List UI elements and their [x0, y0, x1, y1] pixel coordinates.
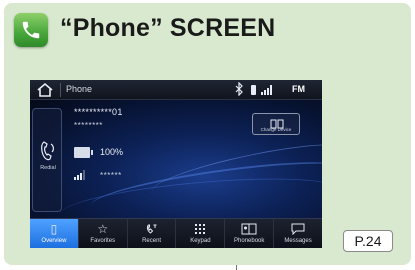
page-reference: P.24 — [343, 230, 393, 252]
tab-recent[interactable]: Recent — [128, 219, 177, 248]
phone-app-icon — [14, 13, 48, 47]
carrier-name: ****** — [100, 171, 122, 180]
bluetooth-icon — [235, 81, 243, 99]
change-device-label: Change Device — [260, 127, 292, 132]
phonebook-icon — [241, 223, 257, 237]
redial-icon — [39, 139, 57, 163]
phone-outline-icon: ▯ — [50, 222, 58, 236]
tab-label: Favorites — [90, 238, 116, 244]
tab-label: Keypad — [190, 238, 211, 244]
messages-icon — [291, 223, 305, 237]
signal-strength-icon — [74, 170, 86, 180]
page-title: “Phone” SCREEN — [60, 14, 276, 42]
tab-phonebook[interactable]: Phonebook — [225, 219, 275, 248]
status-bar: Phone FM — [30, 80, 322, 100]
overview-panel: Redial **********01 ******** 100% ******… — [30, 100, 322, 218]
tab-messages[interactable]: Messages — [274, 219, 322, 248]
change-device-button[interactable]: Change Device — [252, 113, 300, 135]
statusbar-divider — [60, 83, 61, 97]
battery-percent: 100% — [100, 147, 124, 157]
tab-label: Messages — [284, 238, 312, 244]
head-unit-screen: Phone FM Redial **********01 ******** 10… — [30, 80, 322, 248]
change-device-icon — [270, 116, 284, 129]
device-phone-number: **********01 — [74, 107, 123, 117]
recent-calls-icon — [145, 223, 158, 237]
device-name: ******** — [74, 121, 103, 130]
tab-label: Recent — [142, 238, 162, 244]
tab-label: Phonebook — [234, 238, 265, 244]
tab-favorites[interactable]: ☆ Favorites — [79, 219, 128, 248]
tab-keypad[interactable]: Keypad — [176, 219, 226, 248]
crop-tick — [236, 265, 237, 270]
home-icon[interactable] — [36, 82, 54, 98]
keypad-icon — [194, 223, 206, 237]
audio-source-label[interactable]: FM — [292, 84, 305, 94]
tab-label: Overview — [41, 238, 67, 244]
redial-label: Redial — [40, 165, 56, 171]
star-icon: ☆ — [97, 222, 109, 236]
tab-overview[interactable]: ▯ Overview — [30, 219, 79, 248]
bottom-tab-bar: ▯ Overview ☆ Favorites Recent Keypad Pho… — [30, 218, 322, 248]
signal-strength-icon — [261, 85, 273, 95]
statusbar-title: Phone — [66, 84, 93, 94]
battery-icon — [74, 147, 93, 158]
phone-battery-icon — [251, 85, 256, 95]
redial-button[interactable]: Redial — [32, 108, 62, 212]
